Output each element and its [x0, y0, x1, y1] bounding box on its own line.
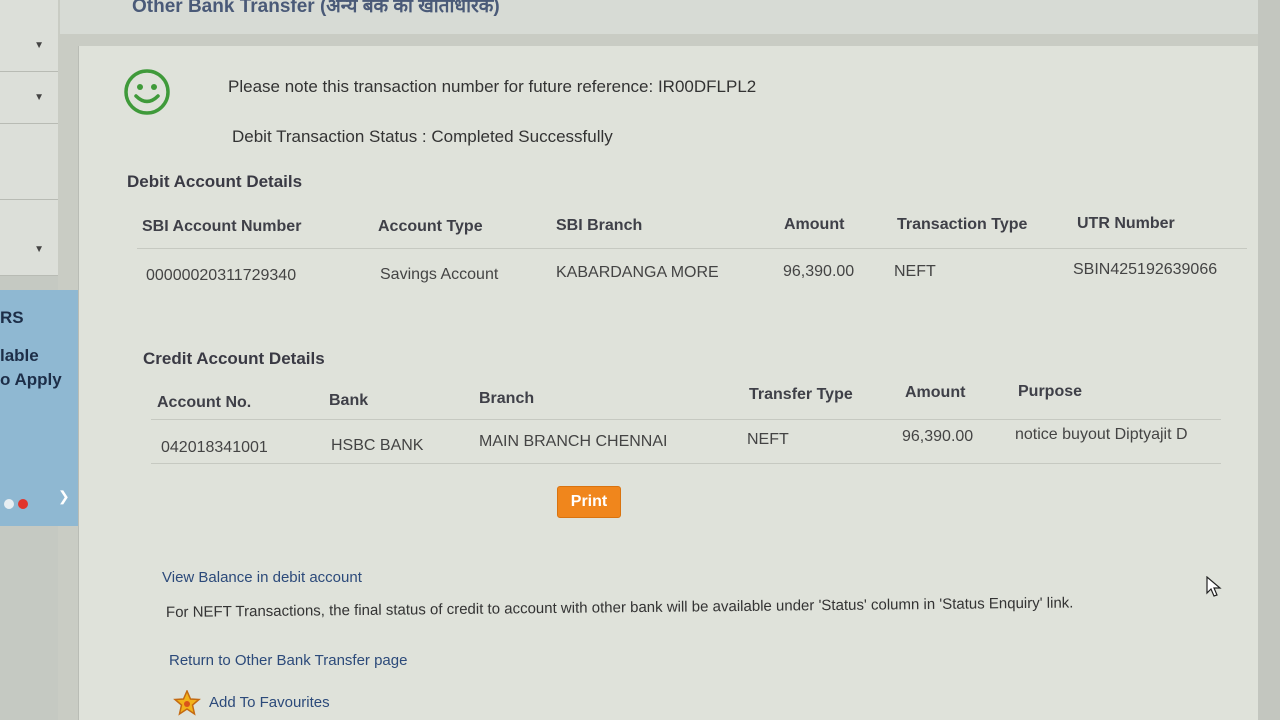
credit-header-purpose: Purpose [1018, 383, 1083, 400]
sidebar-menu-item-3[interactable] [0, 124, 58, 200]
carousel-dots [4, 496, 32, 514]
credit-header-branch: Branch [479, 390, 535, 407]
credit-branch: MAIN BRANCH CHENNAI [479, 433, 668, 450]
credit-header-amount: Amount [905, 384, 966, 401]
carousel-dot-active[interactable] [18, 499, 28, 509]
debit-branch: KABARDANGA MORE [556, 264, 719, 281]
credit-amount: 96,390.00 [902, 428, 974, 445]
sidebar-promo-panel[interactable]: RS lable o Apply ❯ [0, 290, 90, 526]
credit-header-account-no: Account No. [157, 394, 252, 411]
debit-section-title: Debit Account Details [127, 172, 303, 191]
credit-account-number: 042018341001 [161, 439, 268, 456]
view-balance-link[interactable]: View Balance in debit account [162, 569, 362, 586]
return-to-transfer-link[interactable]: Return to Other Bank Transfer page [169, 652, 407, 669]
chevron-down-icon: ▼ [34, 92, 44, 103]
debit-header-account-number: SBI Account Number [142, 218, 302, 235]
credit-bank: HSBC BANK [331, 437, 424, 454]
debit-account-number: 00000020311729340 [146, 267, 297, 284]
credit-row-divider [151, 463, 1221, 464]
promo-text-line2: lable [0, 346, 39, 365]
carousel-dot[interactable] [4, 499, 14, 509]
window-right-edge [1258, 0, 1280, 720]
sidebar-menu-item-4[interactable]: ▼ [0, 200, 58, 276]
credit-header-divider [151, 419, 1221, 420]
neft-status-note: For NEFT Transactions, the final status … [165, 594, 1074, 621]
star-icon[interactable] [173, 690, 201, 716]
chevron-right-icon[interactable]: ❯ [58, 488, 70, 505]
add-to-favourites-link[interactable]: Add To Favourites [209, 694, 330, 711]
debit-account-type: Savings Account [380, 266, 499, 283]
debit-header-branch: SBI Branch [556, 217, 643, 234]
debit-header-utr-number: UTR Number [1077, 215, 1175, 232]
sidebar-menu-item-2[interactable]: ▼ [0, 72, 58, 124]
credit-purpose: notice buyout Diptyajit D [1015, 426, 1188, 443]
promo-text-line3[interactable]: o Apply [0, 370, 62, 390]
debit-header-divider [137, 248, 1247, 249]
promo-text-line1: RS [0, 308, 24, 327]
print-button[interactable]: Print [557, 486, 621, 518]
credit-transfer-type: NEFT [747, 431, 789, 448]
debit-amount: 96,390.00 [783, 263, 855, 280]
transaction-receipt: Please note this transaction number for … [78, 46, 1278, 720]
transaction-status-message: Debit Transaction Status : Completed Suc… [232, 127, 613, 146]
page-title: Other Bank Transfer (अन्य बैंक का खाताधा… [132, 0, 500, 17]
chevron-down-icon: ▼ [34, 40, 44, 51]
debit-transaction-type: NEFT [894, 263, 936, 280]
debit-header-transaction-type: Transaction Type [897, 216, 1028, 233]
debit-header-account-type: Account Type [378, 218, 483, 235]
credit-header-transfer-type: Transfer Type [749, 386, 853, 403]
title-bar: Other Bank Transfer (अन्य बैंक का खाताधा… [60, 0, 1280, 34]
debit-header-amount: Amount [784, 216, 845, 233]
smiley-face-icon [124, 69, 170, 115]
reference-number-message: Please note this transaction number for … [228, 77, 757, 96]
mouse-pointer-icon [1206, 576, 1222, 597]
sidebar-menu-item-1[interactable]: ▼ [0, 0, 58, 72]
chevron-down-icon: ▼ [34, 244, 44, 255]
credit-section-title: Credit Account Details [143, 349, 325, 368]
debit-utr-number: SBIN425192639066 [1073, 261, 1218, 278]
credit-header-bank: Bank [329, 392, 369, 409]
